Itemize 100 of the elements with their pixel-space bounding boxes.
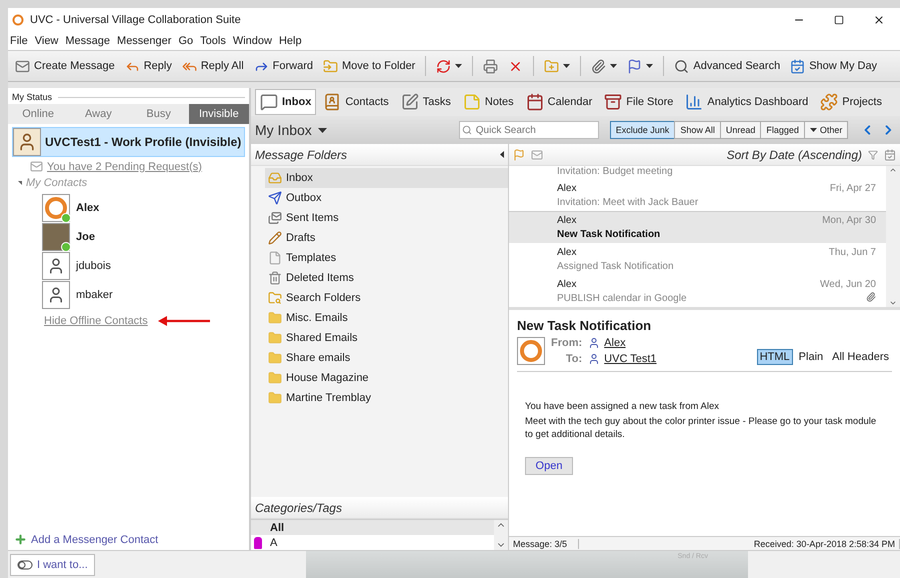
collapse-arrow-icon[interactable] (500, 151, 504, 158)
folder-item[interactable]: Outbox (265, 188, 508, 208)
nav-tab[interactable]: File Store (599, 89, 678, 115)
contact-name[interactable]: mbaker (76, 288, 113, 300)
menu-item[interactable]: Message (65, 35, 110, 47)
search-field[interactable]: Quick Search (458, 121, 599, 139)
toolbar-button[interactable]: Advanced Search (671, 56, 784, 76)
message-row[interactable]: Alex Assigned Task Notification Thu, Jun 7 (509, 243, 886, 275)
message-sender: Alex (557, 183, 578, 194)
category-item[interactable]: All (251, 520, 494, 535)
i-want-to-button[interactable]: I want to... (10, 554, 95, 576)
category-item[interactable]: A (251, 535, 494, 550)
person-icon (588, 353, 600, 365)
message-row[interactable]: Alex New Task Notification Mon, Apr 30 (509, 211, 886, 243)
message-subject: PUBLISH calendar in Google (557, 293, 687, 304)
nav-tab[interactable]: Tasks (396, 89, 456, 115)
status-tab[interactable]: Busy (128, 104, 189, 124)
profile-row[interactable]: UVCTest1 - Work Profile (Invisible) (12, 127, 245, 157)
address-book-icon (323, 93, 342, 111)
window-title: UVC - Universal Village Collaboration Suite (30, 14, 242, 26)
nav-tab[interactable]: Analytics Dashboard (680, 89, 814, 115)
menu-item[interactable]: Tools (200, 35, 226, 47)
envelope-icon (531, 148, 543, 160)
contact-name[interactable]: jdubois (76, 260, 111, 272)
folder-icon (268, 371, 282, 385)
menu-item[interactable]: Messenger (117, 35, 172, 47)
figure-icon (47, 286, 65, 304)
sender-link[interactable]: Alex (604, 337, 626, 349)
calendar-icon (526, 93, 544, 111)
folder-item[interactable]: Templates (265, 248, 508, 268)
filter-button[interactable]: Other (804, 121, 848, 139)
contact-name[interactable]: Joe (76, 230, 95, 242)
menu-item[interactable]: Help (278, 35, 302, 47)
nav-tab[interactable]: Notes (458, 89, 519, 115)
recipient-link[interactable]: UVC Test1 (604, 353, 657, 365)
message-row[interactable]: Alex PUBLISH calendar in Google Wed, Jun 20 (509, 275, 886, 307)
hide-offline-link[interactable]: Hide Offline Contacts (44, 315, 148, 327)
toolbar-button[interactable]: Create Message (12, 56, 118, 76)
nav-tab[interactable]: Projects (815, 89, 887, 115)
printer-icon (483, 58, 498, 74)
message-date: Thu, Jun 7 (828, 247, 876, 258)
menu-item[interactable]: File (10, 35, 28, 47)
folder-icon (268, 351, 282, 365)
pending-requests-link[interactable]: You have 2 Pending Request(s) (47, 160, 202, 172)
folder-item[interactable]: Search Folders (265, 288, 508, 308)
message-subject[interactable]: Invitation: Budget meeting (509, 166, 886, 179)
folder-icon (268, 391, 282, 405)
caret-icon[interactable] (318, 128, 327, 132)
folder-item[interactable]: Sent Items (265, 208, 508, 228)
message-row[interactable]: Alex Invitation: Meet with Jack Bauer Fri, Apr 27 (509, 179, 886, 211)
speech-bubble-icon (260, 93, 278, 111)
view-toggle[interactable]: All Headers (829, 349, 892, 365)
filter-button[interactable]: Flagged (760, 121, 805, 139)
folder-item[interactable]: Misc. Emails (265, 308, 508, 328)
folder-item[interactable]: Inbox (265, 168, 508, 188)
view-toggle[interactable]: HTML (756, 349, 793, 365)
maximize-icon[interactable] (834, 15, 844, 25)
folder-item[interactable]: Martine Tremblay (265, 388, 508, 408)
toolbar-button[interactable]: Forward (250, 56, 316, 76)
view-title: My Inbox (255, 122, 312, 138)
add-contact-link[interactable]: Add a Messenger Contact (31, 534, 158, 546)
folder-item[interactable]: House Magazine (265, 368, 508, 388)
toolbar-button[interactable]: Reply All (178, 56, 247, 76)
nav-tab[interactable]: Inbox (255, 89, 316, 115)
filter-button[interactable]: Show All (674, 121, 721, 139)
filter-button[interactable]: Exclude Junk (610, 121, 676, 139)
menu-item[interactable]: Window (232, 35, 272, 47)
toolbar-button[interactable]: Show My Day (787, 56, 880, 76)
folder-item[interactable]: Shared Emails (265, 328, 508, 348)
folder-item[interactable]: Deleted Items (265, 268, 508, 288)
menu-item[interactable]: View (34, 35, 58, 47)
caret-icon (810, 128, 817, 132)
close-icon[interactable] (873, 14, 885, 26)
nav-tab[interactable]: Calendar (520, 89, 598, 115)
status-tab[interactable]: Invisible (188, 104, 249, 124)
view-toggle[interactable]: Plain (796, 349, 826, 365)
to-label: To: (564, 353, 582, 365)
envelope-icon (15, 58, 30, 74)
ring-logo-icon (12, 14, 24, 26)
expand-triangle-icon[interactable] (18, 181, 22, 185)
folder-item[interactable]: Share emails (265, 348, 508, 368)
open-button[interactable]: Open (525, 457, 573, 475)
scrollbar[interactable] (494, 520, 508, 550)
chart-icon (685, 93, 704, 111)
folder-icon (268, 311, 282, 325)
person-icon (588, 337, 600, 349)
toolbar-button[interactable]: Move to Folder (320, 56, 418, 76)
toolbar-button[interactable]: Reply (122, 56, 175, 76)
message-subject: Assigned Task Notification (557, 261, 674, 272)
folder-item[interactable]: Drafts (265, 228, 508, 248)
nav-tab[interactable]: Contacts (318, 89, 394, 115)
contact-name[interactable]: Alex (76, 202, 100, 214)
scroll-down-icon (889, 299, 897, 307)
sticky-note-icon (462, 93, 481, 111)
status-tab[interactable]: Away (68, 104, 128, 124)
pane-title: Categories/Tags (255, 500, 342, 514)
status-tab[interactable]: Online (8, 104, 68, 124)
scrollbar[interactable] (886, 166, 900, 307)
menu-item[interactable]: Go (178, 35, 194, 47)
filter-button[interactable]: Unread (720, 121, 762, 139)
